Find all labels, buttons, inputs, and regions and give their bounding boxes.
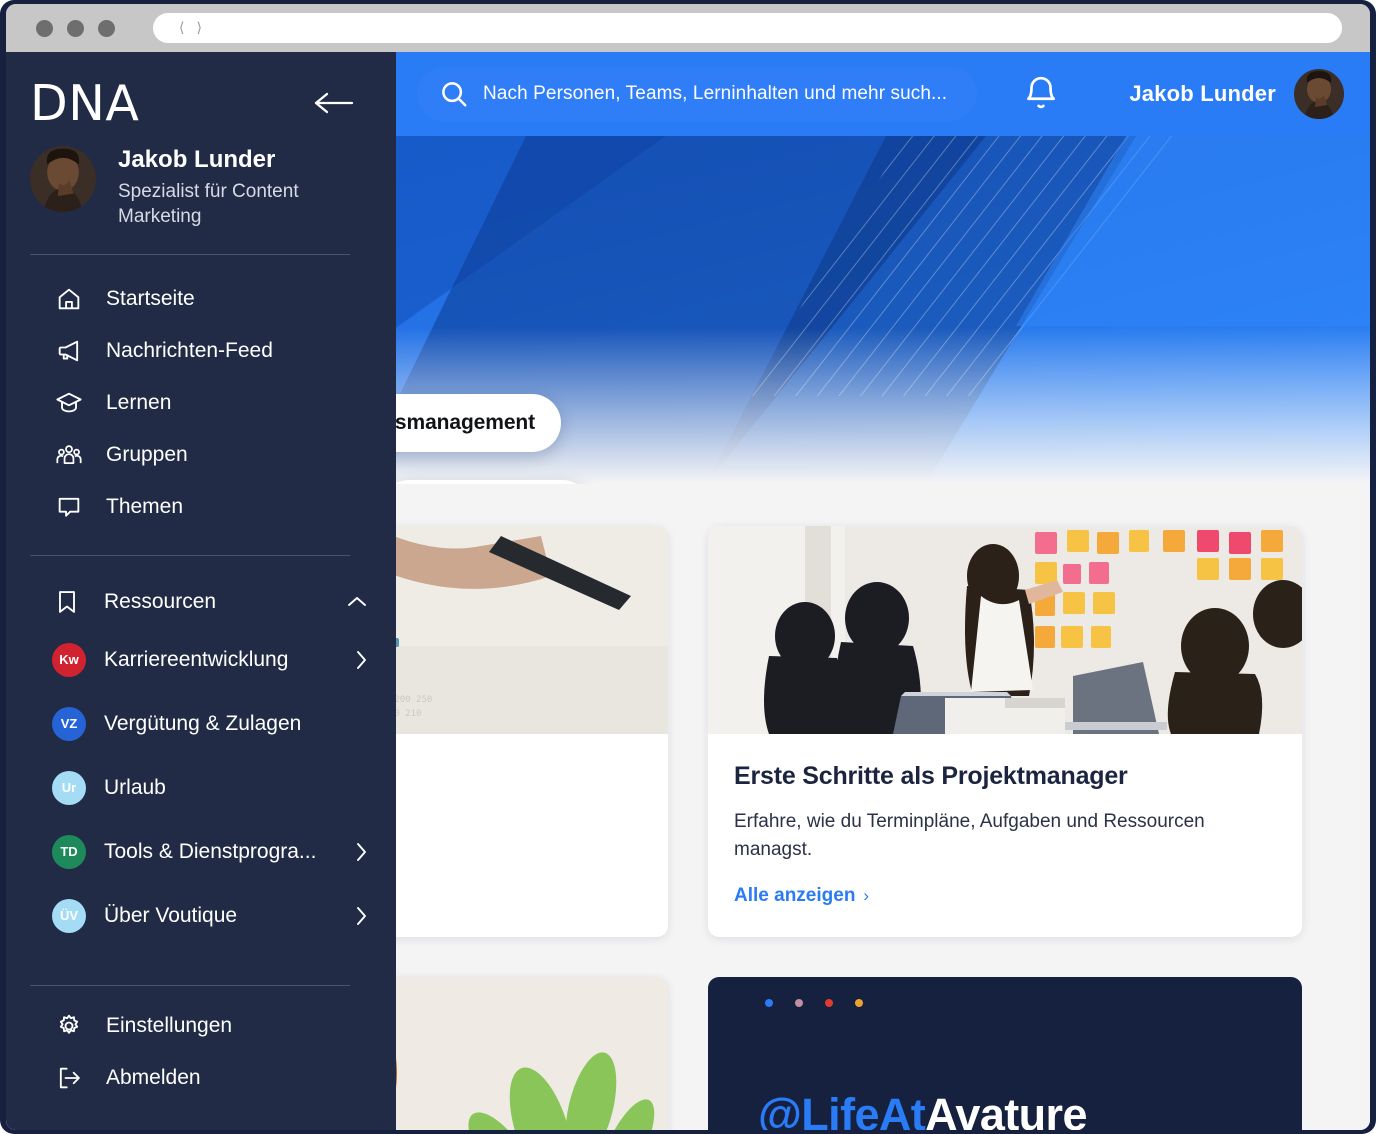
- social-dot-red: [825, 999, 833, 1008]
- minimize-button[interactable]: [67, 19, 84, 37]
- sidebar-item-startseite[interactable]: Startseite: [6, 273, 396, 325]
- resource-avatar: TD: [52, 834, 86, 869]
- social-handle-brand: Avature: [925, 1089, 1087, 1130]
- sidebar-divider-bottom: [30, 985, 350, 986]
- sidebar-item-themen[interactable]: Themen: [6, 481, 396, 533]
- page-body: g Jakob. ite Lm Leistungsmanagement e Ur…: [6, 52, 1370, 1130]
- social-dot-pink: [795, 999, 803, 1008]
- sidebar-item-label: Einstellungen: [106, 1014, 233, 1037]
- sidebar-item-urlaub[interactable]: Ur Urlaub: [6, 756, 396, 820]
- social-handle: @LifeAtAvature: [758, 1089, 1087, 1130]
- resource-avatar: Kw: [52, 642, 86, 677]
- window-inner: ⟨ ⟩ Leistungsmanagement 200 250 210 Erst…: [6, 4, 1370, 1130]
- nav-forward-icon[interactable]: ⟩: [196, 21, 201, 35]
- card-link-label: Alle anzeigen: [734, 885, 856, 907]
- card-description: Erfahre, wie du Terminpläne, Aufgaben un…: [734, 811, 1205, 860]
- bookmark-icon: [52, 587, 82, 617]
- chevron-right-icon[interactable]: [354, 649, 368, 671]
- card-link-alle-anzeigen[interactable]: Alle anzeigen ›: [734, 885, 869, 907]
- social-dots: [765, 999, 863, 1008]
- user-avatar-image: [1294, 69, 1344, 119]
- sidebar-item-einstellungen[interactable]: Einstellungen: [6, 1000, 396, 1052]
- avatar[interactable]: [30, 146, 96, 212]
- search-icon: [442, 82, 467, 107]
- chat-bubble-icon: [54, 492, 84, 522]
- sidebar-collapse-button[interactable]: [312, 89, 356, 117]
- sidebar-item-label: Abmelden: [106, 1066, 201, 1089]
- hero-chip-hilfebereich[interactable]: Hb Hilfebereich: [379, 480, 591, 484]
- social-dot-blue: [765, 999, 773, 1008]
- chevron-right-icon: ›: [863, 886, 870, 906]
- social-dot-orange: [855, 999, 863, 1008]
- search-input[interactable]: Nach Personen, Teams, Lerninhalten und m…: [483, 83, 947, 105]
- sidebar-item-label: Startseite: [106, 286, 195, 310]
- sidebar-item-label: Themen: [106, 494, 184, 518]
- gear-icon: [54, 1011, 84, 1041]
- social-handle-prefix: @LifeAt: [758, 1089, 926, 1130]
- sidebar-item-label: Karriereentwicklung: [104, 647, 289, 671]
- sidebar-item-label: Nachrichten-Feed: [106, 338, 273, 362]
- sidebar-bottom: Einstellungen Abmelden: [6, 985, 396, 1130]
- browser-chrome: ⟨ ⟩: [6, 4, 1370, 52]
- bell-icon: [1026, 76, 1056, 109]
- avatar[interactable]: [1294, 69, 1344, 119]
- header-user-name: Jakob Lunder: [1129, 81, 1276, 106]
- maximize-button[interactable]: [98, 19, 115, 37]
- app-logo[interactable]: DNA: [30, 75, 139, 132]
- logout-icon: [54, 1063, 84, 1093]
- people-icon: [54, 440, 84, 470]
- browser-window: ⟨ ⟩ Leistungsmanagement 200 250 210 Erst…: [0, 0, 1376, 1134]
- sidebar-item-label: Urlaub: [104, 775, 166, 799]
- sidebar-item-label: Gruppen: [106, 442, 188, 466]
- sidebar-item-karriereentwicklung[interactable]: Kw Karriereentwicklung: [6, 628, 396, 692]
- megaphone-icon: [54, 336, 84, 366]
- resource-avatar: ÜV: [52, 898, 86, 933]
- card-body: Erste Schritte als Projektmanager Erfahr…: [708, 734, 1302, 937]
- resource-avatar: Ur: [52, 770, 86, 805]
- header-user[interactable]: Jakob Lunder: [1129, 69, 1344, 119]
- sidebar-divider-middle: [30, 554, 350, 556]
- sidebar-nav: Startseite Nachrichten-Feed Lernen Grupp…: [6, 255, 396, 948]
- sidebar-item-label: Lernen: [106, 390, 172, 414]
- sidebar-item-nachrichten-feed[interactable]: Nachrichten-Feed: [6, 325, 396, 377]
- sidebar-item-label: Über Voutique: [104, 903, 238, 927]
- chevron-right-icon[interactable]: [354, 905, 368, 927]
- chevron-right-icon[interactable]: [354, 841, 368, 863]
- sidebar-item-lernen[interactable]: Lernen: [6, 377, 396, 429]
- sidebar-item-ueber-voutique[interactable]: ÜV Über Voutique: [6, 884, 396, 948]
- resource-avatar: VZ: [52, 706, 86, 741]
- arrow-left-icon: [314, 92, 354, 114]
- chevron-up-icon[interactable]: [346, 595, 368, 609]
- traffic-lights: [36, 19, 115, 37]
- sidebar-user-name: Jakob Lunder: [118, 146, 276, 173]
- sidebar-item-gruppen[interactable]: Gruppen: [6, 429, 396, 481]
- url-bar[interactable]: ⟨ ⟩: [153, 13, 1342, 43]
- home-icon: [54, 284, 84, 314]
- sidebar-item-verguetung-zulagen[interactable]: VZ Vergütung & Zulagen: [6, 692, 396, 756]
- user-avatar-image: [30, 146, 96, 212]
- sidebar-item-ressourcen[interactable]: Ressourcen: [6, 576, 396, 628]
- sidebar-user-profile[interactable]: Jakob Lunder Spezialist für Content Mark…: [6, 138, 396, 230]
- team-brainstorm-photo: [708, 526, 1302, 734]
- sidebar-header: DNA: [6, 52, 396, 138]
- sidebar-item-label: Tools & Dienstprogra...: [104, 839, 317, 863]
- sidebar-item-abmelden[interactable]: Abmelden: [6, 1052, 396, 1104]
- card-title: Erste Schritte als Projektmanager: [734, 762, 1128, 790]
- search-bar[interactable]: Nach Personen, Teams, Lerninhalten und m…: [417, 67, 977, 121]
- sidebar-item-label: Vergütung & Zulagen: [104, 711, 302, 735]
- sidebar-item-label: Ressourcen: [104, 589, 217, 613]
- sidebar-user-role: Spezialist für Content Marketing: [118, 181, 299, 228]
- card-social-lifeatavature[interactable]: @LifeAtAvature: [708, 977, 1302, 1130]
- card-erste-schritte-projektmanager[interactable]: Erste Schritte als Projektmanager Erfahr…: [708, 526, 1302, 938]
- sidebar-item-tools-dienstprogramme[interactable]: TD Tools & Dienstprogra...: [6, 820, 396, 884]
- notifications-button[interactable]: [1022, 75, 1060, 113]
- close-button[interactable]: [36, 19, 53, 37]
- graduation-cap-icon: [54, 388, 84, 418]
- nav-back-icon[interactable]: ⟨: [179, 21, 184, 35]
- sidebar: DNA Jakob Lunder Spezialist für Content …: [6, 52, 396, 1130]
